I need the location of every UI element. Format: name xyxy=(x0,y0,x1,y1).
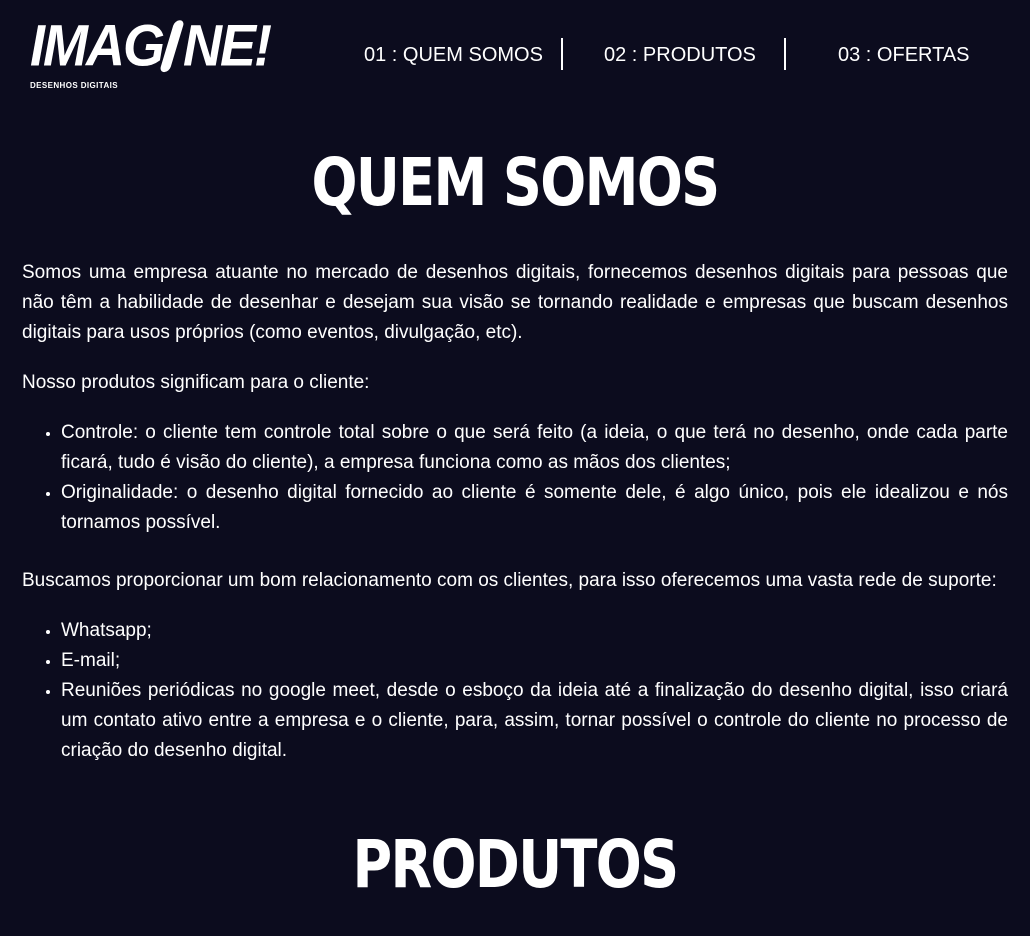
products-list: Controle: o cliente tem controle total s… xyxy=(22,418,1008,538)
logo-tagline: DESENHOS DIGITAIS xyxy=(30,81,118,90)
nav-divider xyxy=(561,38,563,70)
list-item: Whatsapp; xyxy=(61,616,1008,646)
produtos-title: PRODUTOS xyxy=(352,826,679,903)
nav-link-ofertas[interactable]: 03 : OFERTAS xyxy=(838,44,970,67)
nav-link-produtos[interactable]: 02 : PRODUTOS xyxy=(604,44,756,67)
nav-divider xyxy=(784,38,786,70)
quem-somos-content: Somos uma empresa atuante no mercado de … xyxy=(22,258,1008,766)
quem-somos-title: QUEM SOMOS xyxy=(311,144,720,221)
main-nav: 01 : QUEM SOMOS 02 : PRODUTOS 03 : OFERT… xyxy=(0,38,1030,70)
support-intro-paragraph: Buscamos proporcionar um bom relacioname… xyxy=(22,570,997,591)
nav-link-quem-somos[interactable]: 01 : QUEM SOMOS xyxy=(364,44,543,67)
intro-paragraph: Somos uma empresa atuante no mercado de … xyxy=(22,262,1008,343)
products-intro-paragraph: Nosso produtos significam para o cliente… xyxy=(22,372,370,393)
support-list: Whatsapp; E-mail; Reuniões periódicas no… xyxy=(22,616,1008,766)
list-item: E-mail; xyxy=(61,646,1008,676)
list-item: Controle: o cliente tem controle total s… xyxy=(61,418,1008,478)
list-item: Reuniões periódicas no google meet, desd… xyxy=(61,676,1008,766)
list-item: Originalidade: o desenho digital forneci… xyxy=(61,478,1008,538)
site-header: IMAG NE! DESENHOS DIGITAIS 01 : QUEM SOMO… xyxy=(0,0,1030,112)
